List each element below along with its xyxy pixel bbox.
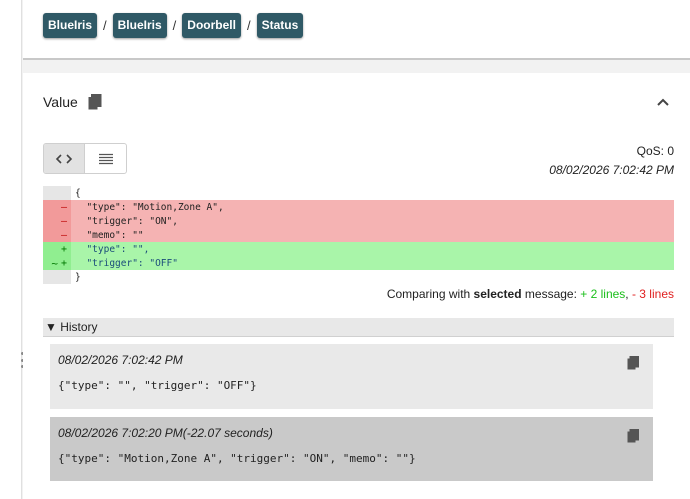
diff-line-removed: – "memo": "" bbox=[43, 228, 674, 242]
compare-summary: Comparing with selected message: + 2 lin… bbox=[387, 287, 674, 301]
copy-icon[interactable] bbox=[627, 429, 639, 443]
diff-line-removed: – "trigger": "ON", bbox=[43, 214, 674, 228]
diff-code: "trigger": "ON", bbox=[75, 215, 178, 227]
value-panel: Value QoS: 0 08/02/2026 7:02:42 PM {– "… bbox=[23, 73, 690, 499]
lines-icon bbox=[98, 153, 113, 164]
history-item-timestamp: 08/02/2026 7:02:20 PM(-22.07 seconds) bbox=[58, 426, 273, 440]
history-toggle[interactable]: ▼ History bbox=[43, 318, 674, 337]
left-gutter bbox=[0, 0, 22, 499]
diff-line-context: { bbox=[43, 186, 674, 200]
breadcrumb-separator: / bbox=[172, 18, 177, 33]
diff-line-removed: – "type": "Motion,Zone A", bbox=[43, 200, 674, 214]
breadcrumb-item-blueiris-root[interactable]: BlueIris bbox=[43, 13, 98, 38]
diff-gutter: – bbox=[43, 228, 71, 242]
diff-gutter: – bbox=[43, 214, 71, 228]
copy-icon[interactable] bbox=[88, 94, 102, 110]
diff-gutter: ~ + bbox=[43, 256, 71, 270]
breadcrumb-item-status[interactable]: Status bbox=[256, 13, 304, 38]
copy-icon[interactable] bbox=[627, 356, 639, 370]
diff-code: "type": "Motion,Zone A", bbox=[75, 201, 224, 213]
diff-gutter bbox=[43, 270, 71, 284]
diff-line-added: ~ + "trigger": "OFF" bbox=[43, 256, 674, 270]
qos-label: QoS: 0 bbox=[636, 144, 674, 158]
raw-view-button[interactable] bbox=[85, 144, 126, 173]
history-item-timestamp: 08/02/2026 7:02:42 PM bbox=[58, 353, 183, 367]
topic-header: BlueIris / BlueIris / Doorbell / Status bbox=[23, 0, 690, 60]
diff-line-added: + "type": "", bbox=[43, 242, 674, 256]
diff-code: "type": "", bbox=[75, 243, 150, 255]
value-header: Value bbox=[43, 94, 102, 110]
breadcrumb-item-blueiris[interactable]: BlueIris bbox=[112, 13, 167, 38]
diff-line-context: } bbox=[43, 270, 674, 284]
diff-gutter: – bbox=[43, 200, 71, 214]
value-title: Value bbox=[43, 94, 78, 110]
diff-code: } bbox=[75, 271, 81, 283]
diff-code: { bbox=[75, 187, 81, 199]
compare-prefix: Comparing with bbox=[386, 287, 474, 301]
message-timestamp: 08/02/2026 7:02:42 PM bbox=[549, 163, 674, 177]
breadcrumb-item-doorbell[interactable]: Doorbell bbox=[182, 13, 241, 38]
code-icon bbox=[55, 153, 73, 164]
diff-gutter-sign: + bbox=[60, 257, 67, 269]
view-toggle bbox=[43, 143, 127, 174]
compare-added-count: + 2 lines bbox=[580, 287, 626, 301]
chevron-up-icon[interactable] bbox=[655, 95, 671, 109]
history-item-message: {"type": "", "trigger": "OFF"} bbox=[58, 379, 257, 392]
diff-gutter bbox=[43, 186, 71, 200]
breadcrumb-separator: / bbox=[246, 18, 251, 33]
compare-selected: selected bbox=[473, 287, 522, 301]
history-item-selected[interactable]: 08/02/2026 7:02:20 PM(-22.07 seconds) {"… bbox=[50, 417, 653, 481]
code-view-button[interactable] bbox=[44, 144, 86, 173]
history-item-message: {"type": "Motion,Zone A", "trigger": "ON… bbox=[58, 452, 416, 465]
diff-code: "memo": "" bbox=[75, 229, 144, 241]
compare-comma: , bbox=[625, 287, 632, 301]
compare-mid: message: bbox=[521, 287, 581, 301]
history-item[interactable]: 08/02/2026 7:02:42 PM {"type": "", "trig… bbox=[50, 344, 653, 409]
breadcrumb: BlueIris / BlueIris / Doorbell / Status bbox=[43, 13, 304, 38]
change-marker-icon: ~ bbox=[51, 256, 58, 270]
compare-removed-count: - 3 lines bbox=[631, 287, 674, 301]
diff-code: "trigger": "OFF" bbox=[75, 257, 178, 269]
diff-gutter: + bbox=[43, 242, 71, 256]
breadcrumb-separator: / bbox=[103, 18, 107, 33]
diff-view: { – "type": "Motion,Zone A", – "trigger"… bbox=[43, 186, 674, 284]
